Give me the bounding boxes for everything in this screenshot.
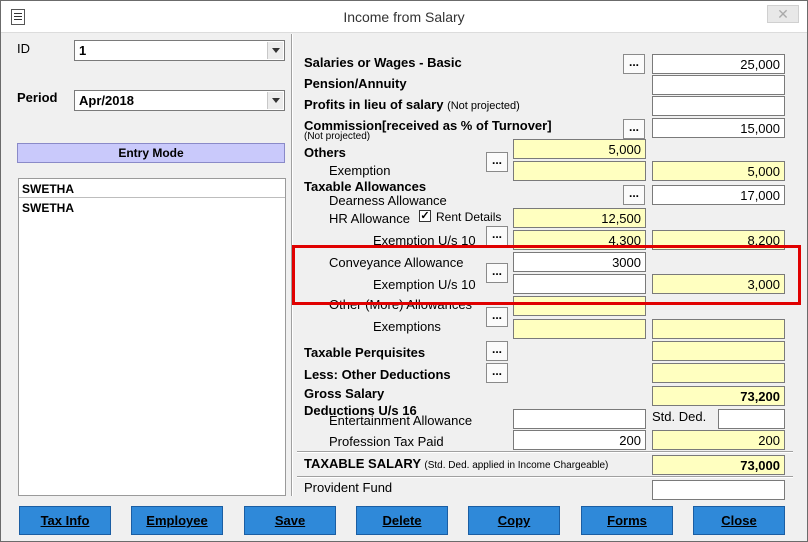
panel-divider — [291, 34, 293, 496]
perquisites-input[interactable] — [652, 341, 785, 361]
divider — [297, 451, 793, 453]
basic-details-button[interactable]: ... — [623, 54, 645, 74]
window-title: Income from Salary — [343, 9, 465, 25]
employee-listbox[interactable]: SWETHA SWETHA — [18, 178, 286, 496]
pension-input[interactable] — [652, 75, 785, 95]
period-label: Period — [17, 90, 58, 105]
hra-exemption-left-input[interactable]: 4,300 — [513, 230, 646, 250]
entertainment-input[interactable] — [513, 409, 646, 429]
income-from-salary-window: Income from Salary ✕ ID 1 Period Apr/201… — [0, 0, 808, 542]
provident-fund-label: Provident Fund — [304, 480, 393, 495]
taxable-allowances-heading: Taxable Allowances — [304, 179, 427, 194]
title-bar: Income from Salary ✕ — [1, 1, 807, 33]
other-deductions-input[interactable] — [652, 363, 785, 383]
profession-tax-input[interactable]: 200 — [513, 430, 646, 450]
entertainment-label: Entertainment Allowance — [329, 413, 473, 428]
commission-note: (Not projected) — [304, 131, 371, 142]
other-exemptions-right-input[interactable] — [652, 319, 785, 339]
exemption-label: Exemption — [329, 163, 391, 178]
taxable-salary-note: (Std. Ded. applied in Income Chargeable) — [424, 460, 609, 471]
std-ded-input[interactable] — [718, 409, 785, 429]
chevron-down-icon[interactable] — [267, 42, 283, 59]
hra-exemption-label: Exemption U/s 10 — [373, 233, 476, 248]
rent-details-label: Rent Details — [436, 210, 502, 224]
others-label: Others — [304, 145, 346, 160]
pension-label: Pension/Annuity — [304, 76, 407, 91]
list-item[interactable]: SWETHA — [19, 199, 285, 217]
listbox-header: SWETHA — [19, 180, 285, 198]
id-label: ID — [17, 41, 30, 56]
dearness-label: Dearness Allowance — [329, 193, 447, 208]
perquisites-label: Taxable Perquisites — [304, 345, 426, 360]
gross-salary-value: 73,200 — [652, 386, 785, 406]
profits-note: (Not projected) — [447, 100, 520, 112]
others-details-button[interactable]: ... — [486, 152, 508, 172]
conveyance-label: Conveyance Allowance — [329, 255, 464, 270]
exemption-right-input[interactable]: 5,000 — [652, 161, 785, 181]
other-allowances-label: Other (More) Allowances — [329, 297, 473, 312]
taxable-salary-value: 73,000 — [652, 455, 785, 475]
conveyance-exemption-left-input[interactable] — [513, 274, 646, 294]
basic-label: Salaries or Wages - Basic — [304, 55, 462, 70]
profession-tax-total: 200 — [652, 430, 785, 450]
divider — [297, 476, 793, 478]
close-button[interactable]: Close — [693, 506, 785, 535]
conveyance-exemption-label: Exemption U/s 10 — [373, 277, 476, 292]
other-exemptions-left-input[interactable] — [513, 319, 646, 339]
delete-button[interactable]: Delete — [356, 506, 448, 535]
entry-mode-button[interactable]: Entry Mode — [17, 143, 285, 163]
other-allowances-details-button[interactable]: ... — [486, 307, 508, 327]
taxable-salary-label: TAXABLE SALARY (Std. Ded. applied in Inc… — [304, 456, 608, 471]
employee-button[interactable]: Employee — [131, 506, 223, 535]
profession-tax-label: Profession Tax Paid — [329, 434, 444, 449]
hra-exemption-right-input[interactable]: 8,200 — [652, 230, 785, 250]
period-select[interactable]: Apr/2018 — [74, 90, 285, 111]
commission-details-button[interactable]: ... — [623, 119, 645, 139]
hra-input[interactable]: 12,500 — [513, 208, 646, 228]
id-select-value: 1 — [79, 43, 87, 58]
conveyance-input[interactable]: 3000 — [513, 252, 646, 272]
forms-button[interactable]: Forms — [581, 506, 673, 535]
hra-label: HR Allowance — [329, 211, 410, 226]
window-close-button[interactable]: ✕ — [767, 5, 799, 23]
std-ded-label: Std. Ded. — [652, 409, 707, 424]
hra-exemption-details-button[interactable]: ... — [486, 226, 508, 246]
taxable-salary-label-text: TAXABLE SALARY — [304, 456, 421, 471]
profits-input[interactable] — [652, 96, 785, 116]
conveyance-details-button[interactable]: ... — [486, 263, 508, 283]
basic-input[interactable]: 25,000 — [652, 54, 785, 74]
dearness-input[interactable]: 17,000 — [652, 185, 785, 205]
commission-input[interactable]: 15,000 — [652, 118, 785, 138]
other-exemptions-label: Exemptions — [373, 319, 441, 334]
copy-button[interactable]: Copy — [468, 506, 560, 535]
chevron-down-icon[interactable] — [267, 92, 283, 109]
perquisites-details-button[interactable]: ... — [486, 341, 508, 361]
tax-info-button[interactable]: Tax Info — [19, 506, 111, 535]
dearness-details-button[interactable]: ... — [623, 185, 645, 205]
other-deductions-label: Less: Other Deductions — [304, 367, 451, 382]
profits-label: Profits in lieu of salary (Not projected… — [304, 97, 520, 112]
exemption-left-input[interactable] — [513, 161, 646, 181]
others-input[interactable]: 5,000 — [513, 139, 646, 159]
conveyance-exemption-right-input[interactable]: 3,000 — [652, 274, 785, 294]
rent-details-checkbox[interactable]: ✓ — [419, 210, 431, 222]
profits-label-text: Profits in lieu of salary — [304, 97, 444, 112]
save-button[interactable]: Save — [244, 506, 336, 535]
other-allowances-input[interactable] — [513, 296, 646, 316]
id-select[interactable]: 1 — [74, 40, 285, 61]
period-select-value: Apr/2018 — [79, 93, 134, 108]
other-deductions-details-button[interactable]: ... — [486, 363, 508, 383]
provident-fund-input[interactable] — [652, 480, 785, 500]
gross-salary-label: Gross Salary — [304, 386, 385, 401]
